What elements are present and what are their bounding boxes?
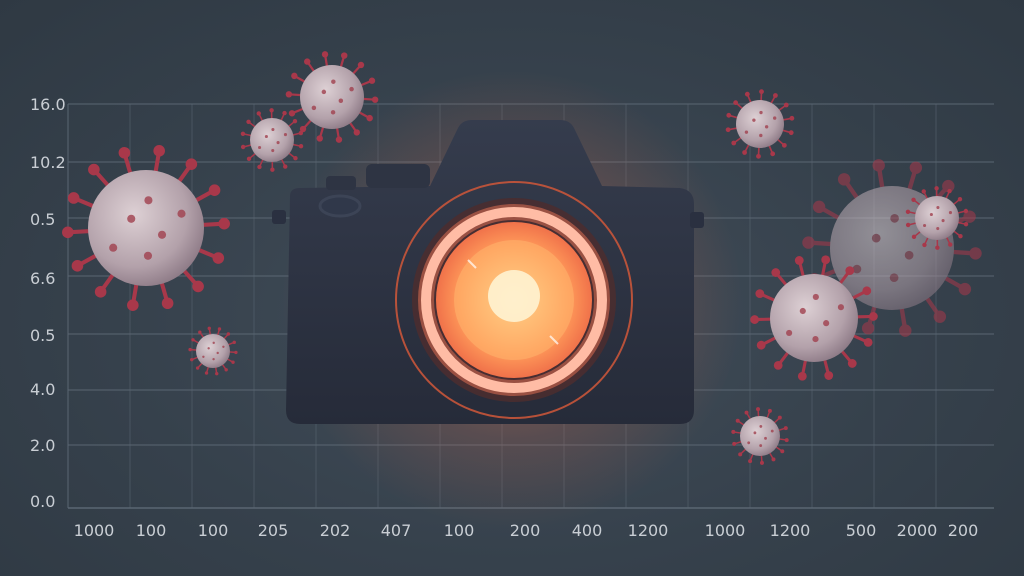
y-tick-label: 4.0 [30,380,56,399]
y-tick-label: 6.6 [30,269,56,288]
y-tick-label: 10.2 [30,153,66,172]
x-tick-label: 200 [947,521,979,540]
x-tick-label: 1200 [769,521,811,540]
x-tick-label: 1200 [627,521,669,540]
camera-icon [272,70,742,530]
y-tick-label: 2.0 [30,436,56,455]
y-tick-label: 0.5 [30,210,56,229]
illustration-art [62,51,982,530]
illustration-scene: 16.0 10.2 0.5 6.6 0.5 4.0 2.0 0.0 1000 1… [0,0,1024,576]
y-tick-label: 16.0 [30,95,66,114]
virus-icon [731,407,789,465]
virus-icon [62,145,230,311]
virus-icon [240,108,304,172]
virus-icon [188,326,238,376]
y-tick-label: 0.0 [30,492,56,511]
virus-icon [725,89,795,159]
y-tick-label: 0.5 [30,326,56,345]
